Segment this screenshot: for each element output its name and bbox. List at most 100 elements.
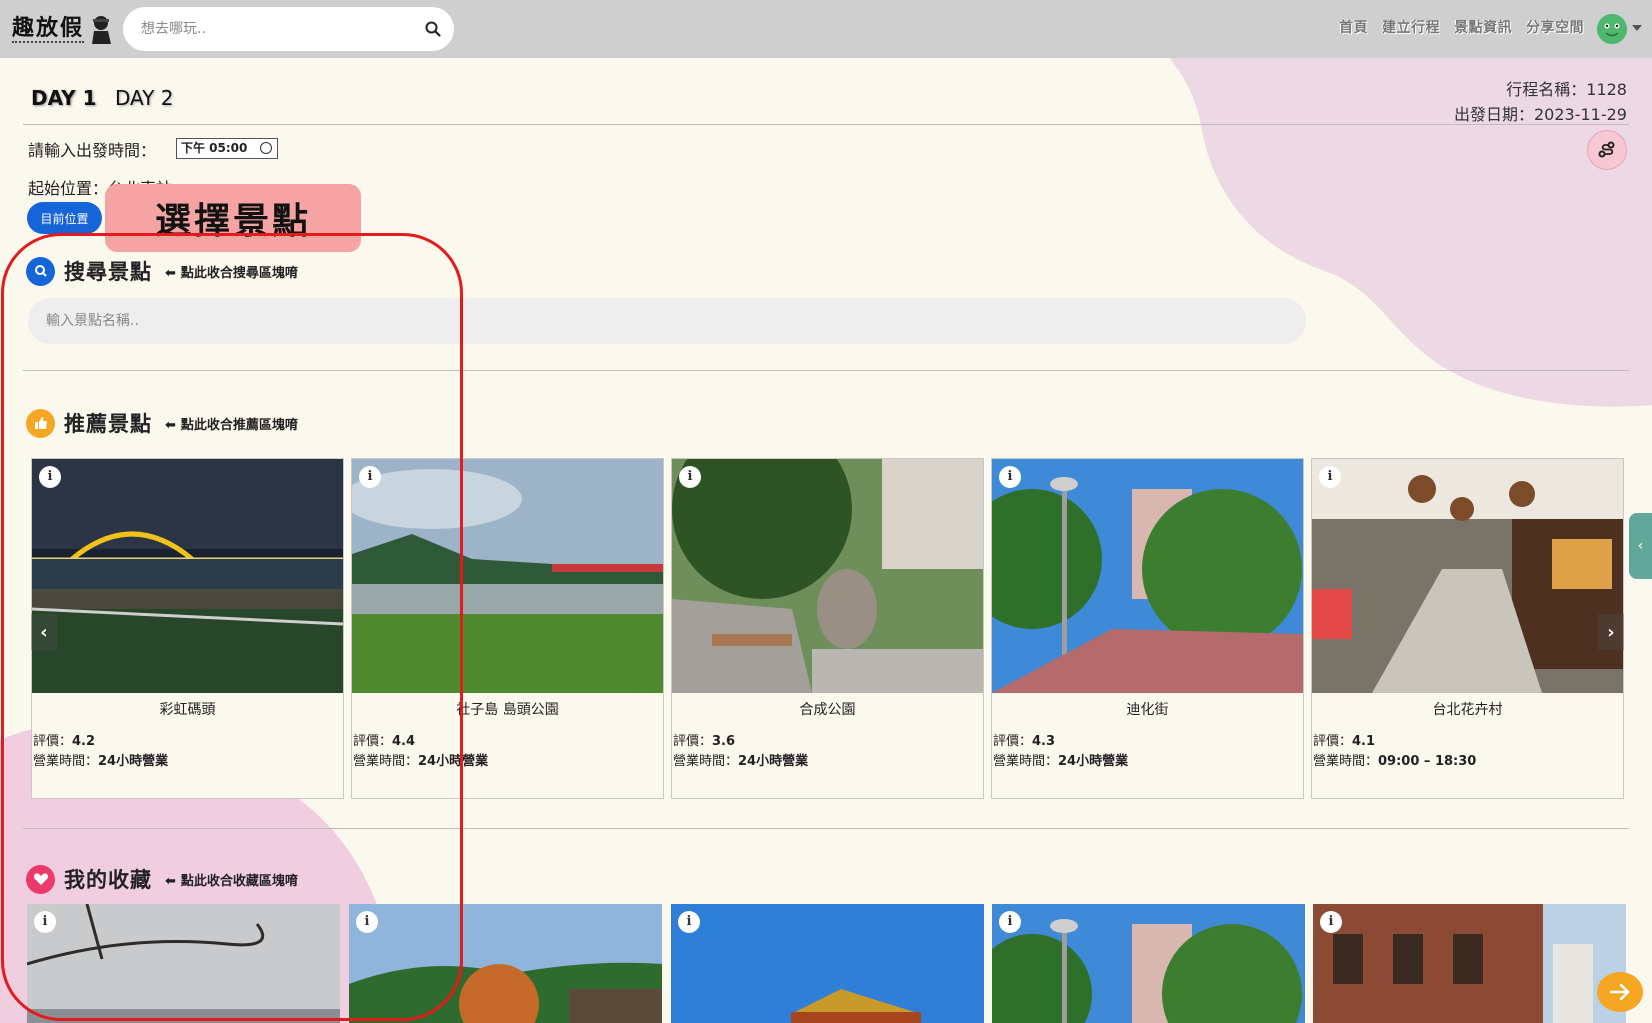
trip-name: 行程名稱：1128 (1506, 80, 1627, 99)
spot-photo (32, 459, 343, 693)
search-section-hint: ⬅ 點此收合搜尋區塊唷 (165, 262, 298, 281)
info-icon[interactable]: i (39, 466, 61, 488)
spot-card[interactable]: i 彩虹碼頭 評價：4.2 營業時間：24小時營業 (31, 458, 344, 799)
spot-search-input[interactable] (28, 298, 1306, 344)
route-icon (1598, 141, 1615, 158)
heart-icon (26, 864, 55, 894)
chevron-right-icon: › (1607, 621, 1615, 643)
callout-label: 選擇景點 (105, 184, 361, 252)
favorite-card[interactable]: i (27, 904, 340, 1023)
spot-hours: 營業時間：24小時營業 (353, 754, 489, 769)
tab-day-2[interactable]: DAY 2 (115, 86, 173, 110)
side-panel-toggle[interactable]: ‹ (1629, 513, 1652, 579)
spot-hours: 營業時間：09:00 – 18:30 (1313, 754, 1477, 769)
next-step-button[interactable] (1597, 972, 1643, 1012)
spot-name: 台北花卉村 (1432, 702, 1503, 718)
nav-create-trip[interactable]: 建立行程 (1382, 17, 1440, 37)
info-icon[interactable]: i (1319, 466, 1341, 488)
spot-photo (352, 459, 663, 693)
logo-text: 趣放假 (12, 15, 85, 43)
info-icon[interactable]: i (999, 911, 1021, 933)
search-section-hint-text: 點此收合搜尋區塊唷 (180, 265, 298, 281)
info-icon[interactable]: i (999, 466, 1021, 488)
spot-rating: 評價：4.4 (353, 734, 416, 749)
recommend-section-hint: ⬅ 點此收合推薦區塊唷 (165, 414, 298, 433)
logo[interactable]: 趣放假 (12, 10, 114, 48)
nav-links: 首頁 建立行程 景點資訊 分享空間 (1339, 17, 1584, 37)
spot-hours: 營業時間：24小時營業 (993, 754, 1129, 769)
route-button[interactable] (1587, 130, 1627, 170)
chevron-left-icon: ‹ (1637, 538, 1644, 554)
divider (23, 828, 1629, 829)
favorites-section-header[interactable]: 我的收藏 ⬅ 點此收合收藏區塊唷 (26, 864, 298, 894)
carousel-prev-button[interactable]: ‹ (31, 614, 57, 650)
info-icon[interactable]: i (359, 466, 381, 488)
spot-card[interactable]: i 社子島 島頭公園 評價：4.4 營業時間：24小時營業 (351, 458, 664, 799)
arrow-left-icon: ⬅ (165, 417, 176, 433)
spot-hours: 營業時間：24小時營業 (673, 754, 809, 769)
spot-name: 彩虹碼頭 (159, 702, 216, 718)
spot-photo (992, 459, 1303, 693)
favorite-photo (349, 904, 662, 1023)
favorites-section-hint: ⬅ 點此收合收藏區塊唷 (165, 870, 298, 889)
info-icon[interactable]: i (678, 911, 700, 933)
nav-home[interactable]: 首頁 (1339, 17, 1368, 37)
search-section-header[interactable]: 搜尋景點 ⬅ 點此收合搜尋區塊唷 (26, 256, 298, 286)
avatar[interactable] (1597, 14, 1627, 44)
favorites-section-hint-text: 點此收合收藏區塊唷 (180, 873, 298, 889)
recommend-section-hint-text: 點此收合推薦區塊唷 (180, 417, 298, 433)
spot-rating: 評價：4.3 (993, 734, 1056, 749)
spot-hours: 營業時間：24小時營業 (33, 754, 169, 769)
arrow-right-icon (1609, 983, 1630, 1001)
thumbs-up-icon (26, 408, 55, 438)
search-icon[interactable] (424, 20, 442, 38)
favorite-card[interactable]: i (671, 904, 984, 1023)
spot-rating: 評價：4.1 (1313, 734, 1376, 749)
depart-time-label: 請輸入出發時間： (28, 141, 157, 160)
recommend-section-title: 推薦景點 (64, 412, 152, 436)
info-icon[interactable]: i (1320, 911, 1342, 933)
site-search-input[interactable] (141, 7, 411, 51)
spot-photo (672, 459, 983, 693)
arrow-left-icon: ⬅ (165, 265, 176, 281)
current-location-button[interactable]: 目前位置 (27, 202, 102, 234)
info-icon[interactable]: i (679, 466, 701, 488)
arrow-left-icon: ⬅ (165, 873, 176, 889)
spot-name: 社子島 島頭公園 (456, 702, 559, 718)
favorite-photo (27, 904, 340, 1023)
decorative-blob-top (1092, 0, 1652, 407)
chevron-left-icon: ‹ (40, 621, 48, 643)
spot-card[interactable]: i 台北花卉村 評價：4.1 營業時間：09:00 – 18:30 (1311, 458, 1624, 799)
depart-time-input[interactable]: 下午 05:00 (176, 138, 278, 159)
depart-time-value: 下午 05:00 (181, 141, 248, 155)
spot-name: 迪化街 (1126, 702, 1169, 718)
site-search (123, 7, 454, 51)
spot-rating: 評價：4.2 (33, 734, 96, 749)
info-icon[interactable]: i (34, 911, 56, 933)
spot-rating: 評價：3.6 (673, 734, 736, 749)
logo-icon (92, 16, 112, 44)
spot-card[interactable]: i 合成公園 評價：3.6 營業時間：24小時營業 (671, 458, 984, 799)
clock-icon (260, 142, 272, 154)
favorite-card[interactable]: i (992, 904, 1305, 1023)
spot-name: 合成公園 (799, 702, 856, 718)
divider (23, 124, 1629, 125)
divider (23, 370, 1629, 371)
navbar: 趣放假 首頁 建立行程 景點資訊 分享空間 (0, 0, 1652, 58)
recommend-section-header[interactable]: 推薦景點 ⬅ 點此收合推薦區塊唷 (26, 408, 298, 438)
trip-info: 行程名稱：1128 出發日期：2023-11-29 (1454, 77, 1627, 127)
tab-day-1[interactable]: DAY 1 (31, 86, 97, 110)
carousel-next-button[interactable]: › (1598, 614, 1624, 650)
favorite-photo (992, 904, 1305, 1023)
spot-photo (1312, 459, 1623, 693)
nav-share-space[interactable]: 分享空間 (1526, 17, 1584, 37)
nav-spot-info[interactable]: 景點資訊 (1454, 17, 1512, 37)
avatar-dropdown-caret[interactable] (1632, 25, 1642, 31)
favorites-section-title: 我的收藏 (64, 868, 152, 892)
search-section-title: 搜尋景點 (64, 260, 152, 284)
info-icon[interactable]: i (356, 911, 378, 933)
favorite-card[interactable]: i (1313, 904, 1626, 1023)
spot-card[interactable]: i 迪化街 評價：4.3 營業時間：24小時營業 (991, 458, 1304, 799)
favorite-card[interactable]: i (349, 904, 662, 1023)
search-circle-icon (26, 256, 55, 286)
